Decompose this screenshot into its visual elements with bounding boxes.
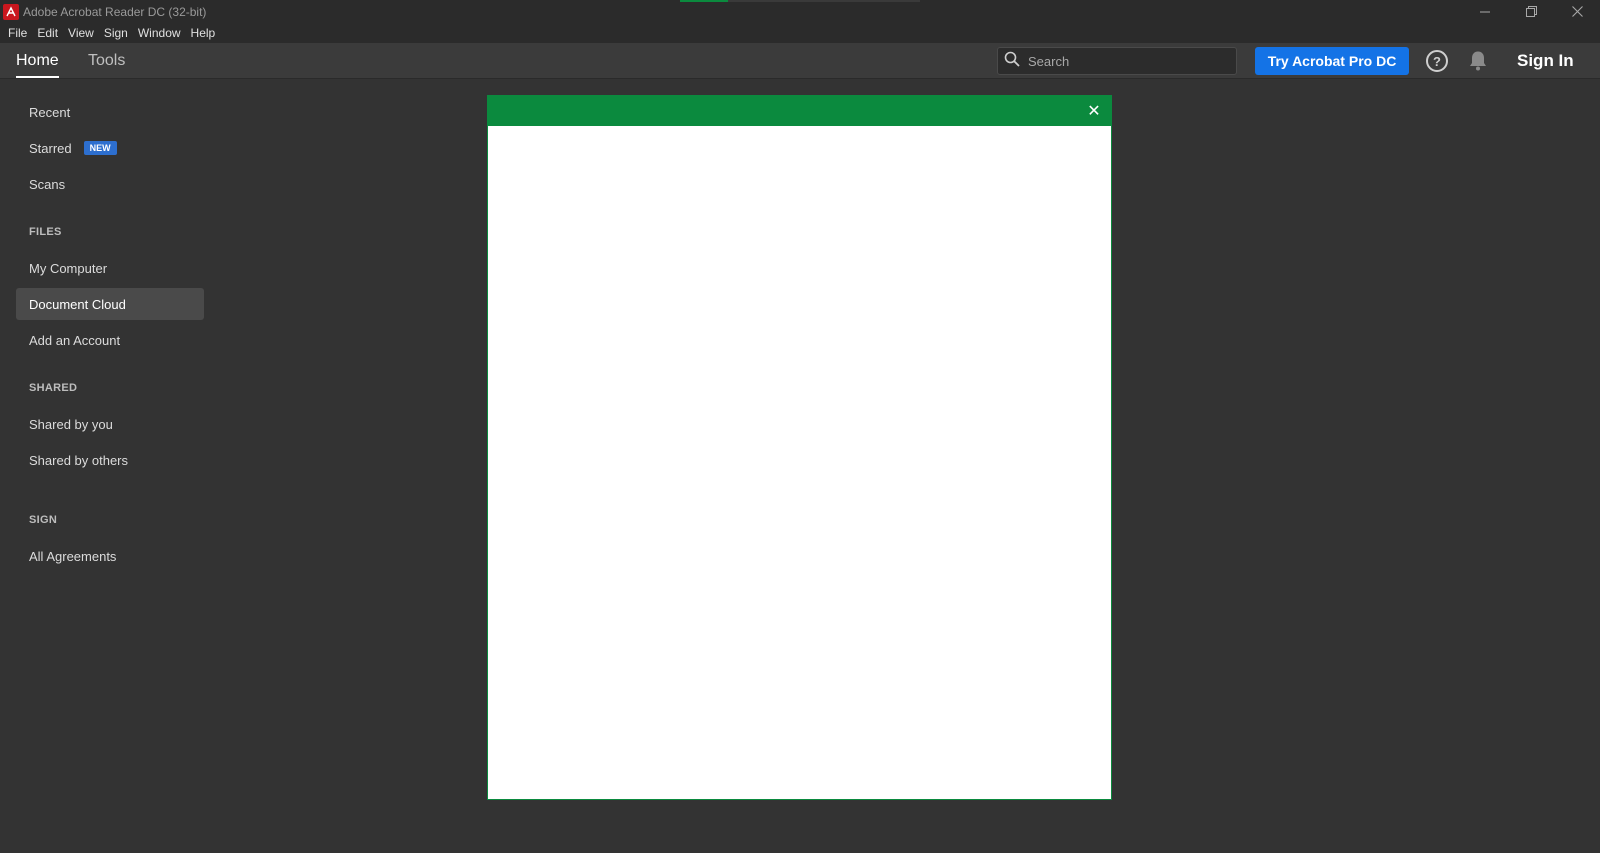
sidebar-item-label: Shared by others [29, 452, 129, 468]
dialog-header: ✕ [488, 96, 1111, 126]
menu-view[interactable]: View [63, 26, 99, 40]
sidebar-item-scans[interactable]: Scans [16, 168, 204, 200]
sidebar-item-shared-by-you[interactable]: Shared by you [16, 408, 204, 440]
sidebar-item-recent[interactable]: Recent [16, 96, 204, 128]
tab-tools[interactable]: Tools [88, 43, 125, 79]
sidebar-item-label: Shared by you [29, 416, 113, 432]
try-acrobat-pro-button[interactable]: Try Acrobat Pro DC [1255, 47, 1409, 75]
sidebar-item-label: Starred [29, 140, 72, 156]
bell-icon[interactable] [1468, 50, 1490, 72]
dialog-close-icon[interactable]: ✕ [1083, 100, 1105, 122]
section-heading-shared: SHARED [29, 382, 78, 394]
sidebar-item-add-account[interactable]: Add an Account [16, 324, 204, 356]
sidebar-item-label: Document Cloud [29, 296, 126, 312]
sidebar-item-label: All Agreements [29, 548, 117, 564]
sidebar-item-all-agreements[interactable]: All Agreements [16, 540, 204, 572]
tab-home[interactable]: Home [16, 43, 59, 79]
help-icon[interactable]: ? [1426, 50, 1448, 72]
sidebar-item-document-cloud[interactable]: Document Cloud [16, 288, 204, 320]
menu-sign[interactable]: Sign [99, 26, 133, 40]
menu-help[interactable]: Help [186, 26, 221, 40]
acrobat-logo-icon [3, 3, 19, 20]
menu-window[interactable]: Window [133, 26, 186, 40]
title-accent-bar [680, 0, 920, 2]
sidebar-item-label: My Computer [29, 260, 108, 276]
restore-icon[interactable] [1508, 0, 1554, 23]
dialog-body [488, 126, 1111, 799]
dialog: ✕ [487, 95, 1112, 800]
search-box[interactable] [997, 47, 1237, 75]
menu-bar: File Edit View Sign Window Help [0, 23, 1600, 43]
search-icon [1004, 51, 1020, 72]
sidebar-item-label: Add an Account [29, 332, 121, 348]
window-title: Adobe Acrobat Reader DC (32-bit) [23, 4, 207, 19]
sign-in-link[interactable]: Sign In [1517, 43, 1574, 79]
section-heading-sign: SIGN [29, 514, 58, 526]
minimize-icon[interactable] [1462, 0, 1508, 23]
title-bar: Adobe Acrobat Reader DC (32-bit) [0, 0, 1600, 23]
sidebar-item-starred[interactable]: Starred NEW [16, 132, 204, 164]
menu-file[interactable]: File [3, 26, 32, 40]
search-input[interactable] [1026, 52, 1216, 70]
new-badge: NEW [83, 141, 117, 155]
sidebar-item-label: Scans [29, 176, 66, 192]
close-icon[interactable] [1554, 0, 1600, 23]
sidebar-item-shared-by-others[interactable]: Shared by others [16, 444, 204, 476]
menu-edit[interactable]: Edit [32, 26, 63, 40]
sidebar-item-label: Recent [29, 104, 71, 120]
sidebar-item-my-computer[interactable]: My Computer [16, 252, 204, 284]
app-header: Home Tools Try Acrobat Pro DC ? Sign In [0, 43, 1600, 79]
section-heading-files: FILES [29, 226, 62, 238]
